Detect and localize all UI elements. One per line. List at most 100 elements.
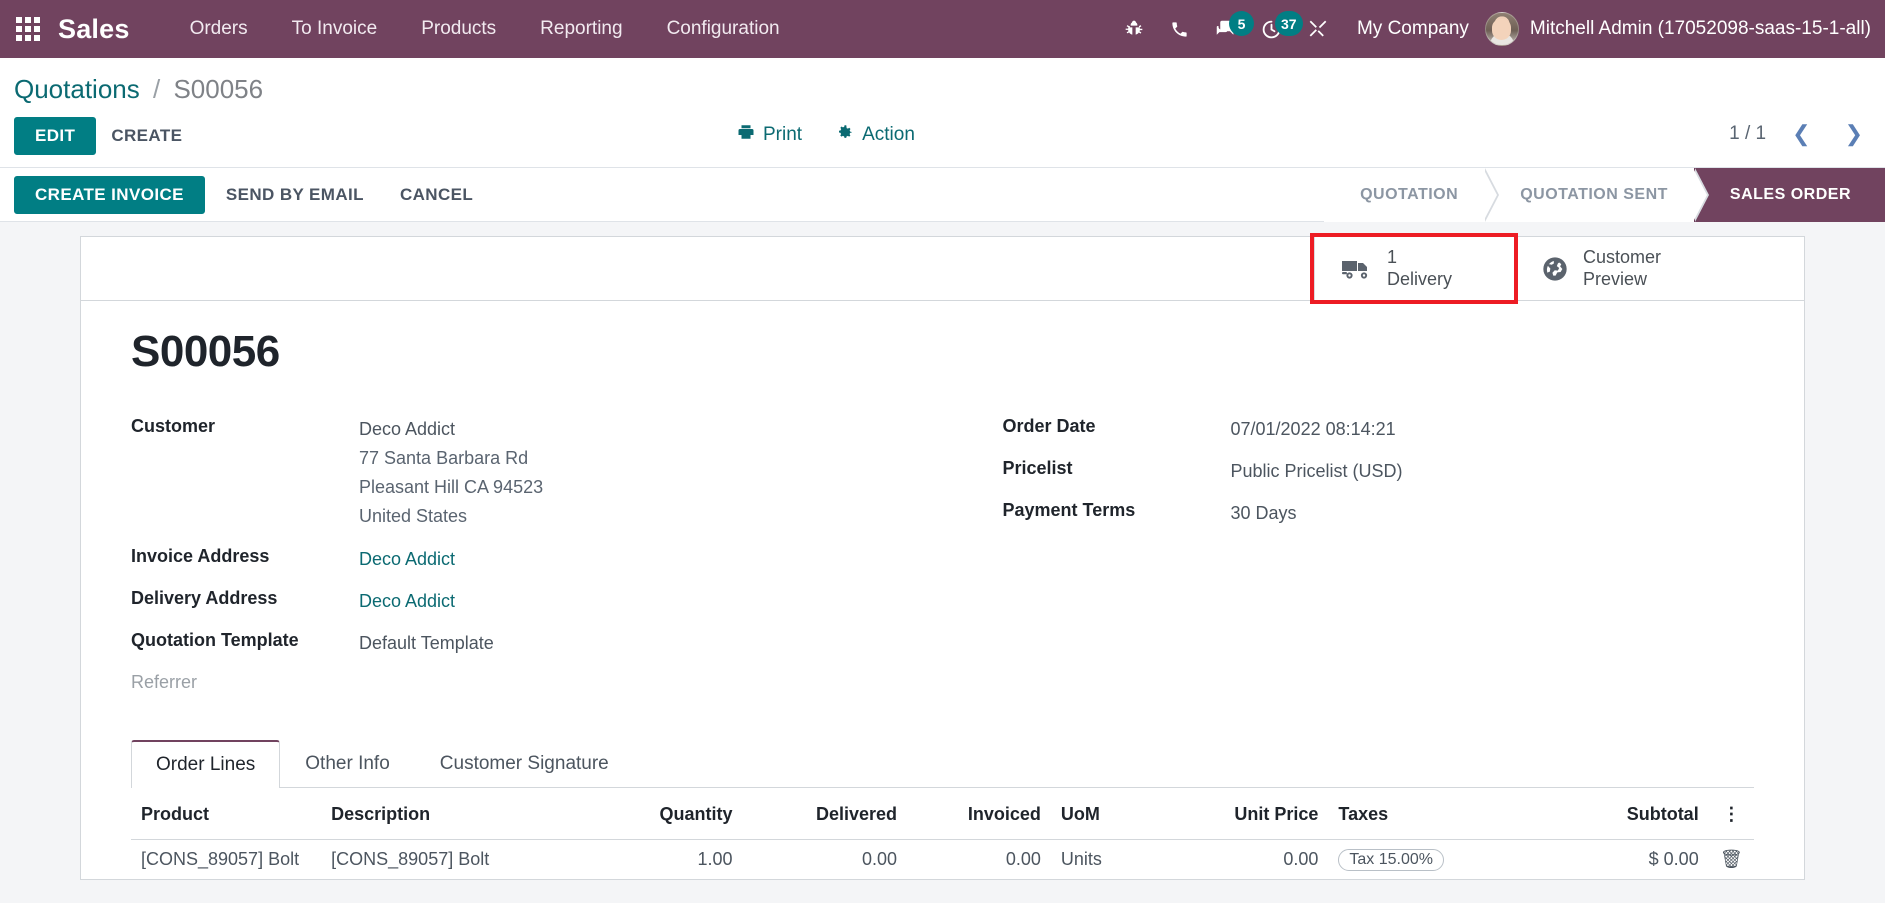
phone-icon[interactable] bbox=[1157, 0, 1203, 58]
delivery-smart-button[interactable]: 1 Delivery bbox=[1310, 233, 1518, 304]
field-invoice-address-label: Invoice Address bbox=[131, 545, 270, 566]
cancel-button[interactable]: CANCEL bbox=[385, 176, 488, 214]
create-invoice-button[interactable]: CREATE INVOICE bbox=[14, 175, 205, 214]
customer-preview-line1: Customer bbox=[1583, 247, 1662, 268]
field-quotation-template-value[interactable]: Default Template bbox=[359, 629, 494, 658]
create-button[interactable]: CREATE bbox=[96, 117, 197, 155]
menu-item-orders[interactable]: Orders bbox=[168, 0, 270, 58]
customer-preview-smart-button[interactable]: Customer Preview bbox=[1514, 237, 1714, 300]
cell-taxes[interactable]: Tax 15.00% bbox=[1328, 840, 1544, 880]
stage-quotation-sent[interactable]: QUOTATION SENT bbox=[1484, 168, 1709, 222]
stage-quotation[interactable]: QUOTATION bbox=[1324, 168, 1500, 222]
field-pricelist-value[interactable]: Public Pricelist (USD) bbox=[1231, 457, 1403, 486]
field-order-date: Order Date 07/01/2022 08:14:21 bbox=[1003, 415, 1755, 444]
cell-delivered[interactable]: 0.00 bbox=[743, 840, 907, 880]
breadcrumb: Quotations / S00056 bbox=[14, 74, 1885, 105]
tools-icon[interactable] bbox=[1295, 0, 1341, 58]
field-customer: Customer Deco Addict 77 Santa Barbara Rd… bbox=[131, 415, 943, 532]
col-subtotal: Subtotal bbox=[1544, 788, 1709, 841]
form-group-left: Customer Deco Addict 77 Santa Barbara Rd… bbox=[131, 415, 943, 706]
delivery-label: Delivery bbox=[1387, 268, 1453, 289]
breadcrumb-row: Quotations / S00056 bbox=[0, 58, 1885, 111]
field-pricelist-label: Pricelist bbox=[1002, 458, 1073, 479]
messages-icon[interactable]: 5 bbox=[1203, 0, 1254, 58]
gear-icon bbox=[836, 123, 854, 147]
field-referrer-label: Referrer bbox=[131, 672, 198, 693]
user-name-label: Mitchell Admin (17052098-saas-15-1-all) bbox=[1529, 18, 1871, 39]
cell-uom[interactable]: Units bbox=[1051, 840, 1174, 880]
customer-link[interactable]: Deco Addict bbox=[359, 415, 543, 444]
stage-sales-order[interactable]: SALES ORDER bbox=[1693, 168, 1885, 222]
send-by-email-button[interactable]: SEND BY EMAIL bbox=[211, 176, 379, 214]
cell-description[interactable]: [CONS_89057] Bolt bbox=[321, 840, 578, 880]
trash-icon[interactable]: 🗑 bbox=[1709, 840, 1754, 880]
cell-subtotal: $ 0.00 bbox=[1648, 849, 1699, 870]
form-group-right: Order Date 07/01/2022 08:14:21 Pricelist… bbox=[943, 415, 1755, 706]
avatar bbox=[1484, 12, 1519, 46]
field-invoice-address-value[interactable]: Deco Addict bbox=[359, 545, 455, 574]
bug-icon[interactable] bbox=[1111, 0, 1157, 58]
tax-badge: Tax 15.00% bbox=[1338, 849, 1445, 872]
apps-menu-toggle[interactable] bbox=[0, 0, 56, 58]
company-switcher[interactable]: My Company bbox=[1341, 18, 1485, 40]
pager: 1 / 1 ❮ ❯ bbox=[1729, 121, 1871, 147]
main-menu: Orders To Invoice Products Reporting Con… bbox=[168, 0, 802, 58]
menu-item-products[interactable]: Products bbox=[399, 0, 518, 58]
form-groups: Customer Deco Addict 77 Santa Barbara Rd… bbox=[131, 415, 1754, 706]
col-delivered: Delivered bbox=[742, 788, 907, 841]
field-payment-terms: Payment Terms 30 Days bbox=[1003, 499, 1755, 528]
cell-product[interactable]: [CONS_89057] Bolt bbox=[131, 840, 321, 880]
chevron-left-icon[interactable]: ❮ bbox=[1784, 121, 1818, 147]
menu-item-to-invoice[interactable]: To Invoice bbox=[270, 0, 400, 58]
form-area: 1 Delivery Customer Preview S00056 Custo… bbox=[0, 222, 1885, 903]
tab-customer-signature[interactable]: Customer Signature bbox=[415, 740, 634, 787]
top-navbar: Sales Orders To Invoice Products Reporti… bbox=[0, 0, 1885, 58]
order-lines-table: Product Description Quantity Delivered I… bbox=[131, 788, 1754, 879]
col-product: Product bbox=[131, 788, 322, 841]
tab-order-lines[interactable]: Order Lines bbox=[131, 740, 281, 789]
globe-customer-preview-icon bbox=[1541, 255, 1569, 283]
record-sheet: 1 Delivery Customer Preview S00056 Custo… bbox=[80, 233, 1805, 881]
field-customer-value-block: Deco Addict 77 Santa Barbara Rd Pleasant… bbox=[359, 415, 543, 532]
control-panel-buttons: EDIT CREATE Print Action 1 / 1 ❮ ❯ bbox=[0, 111, 1885, 167]
navbar-systray: 5 37 My Company Mitchell Admin (17052098… bbox=[1111, 0, 1885, 58]
field-referrer: Referrer bbox=[131, 671, 943, 693]
user-menu[interactable]: Mitchell Admin (17052098-saas-15-1-all) bbox=[1484, 12, 1885, 46]
print-button[interactable]: Print bbox=[735, 119, 804, 151]
col-description: Description bbox=[321, 788, 579, 841]
app-brand-sales[interactable]: Sales bbox=[56, 0, 140, 58]
menu-item-configuration[interactable]: Configuration bbox=[645, 0, 802, 58]
col-invoiced: Invoiced bbox=[907, 788, 1051, 841]
field-order-date-value[interactable]: 07/01/2022 08:14:21 bbox=[1231, 415, 1396, 444]
pager-value: 1 / 1 bbox=[1729, 123, 1767, 144]
grid-apps-icon bbox=[16, 17, 40, 41]
breadcrumb-parent-quotations[interactable]: Quotations bbox=[14, 74, 140, 104]
col-uom: UoM bbox=[1050, 788, 1175, 841]
field-quotation-template-label: Quotation Template bbox=[131, 629, 299, 650]
chevron-right-icon[interactable]: ❯ bbox=[1837, 121, 1871, 147]
table-row[interactable]: [CONS_89057] Bolt [CONS_89057] Bolt 1.00… bbox=[131, 840, 1754, 880]
field-order-date-label: Order Date bbox=[1002, 416, 1096, 436]
field-delivery-address-label: Delivery Address bbox=[131, 587, 278, 608]
order-lines-header-row: Product Description Quantity Delivered I… bbox=[131, 788, 1754, 841]
field-delivery-address-value[interactable]: Deco Addict bbox=[359, 587, 455, 616]
cell-unit-price[interactable]: 0.00 bbox=[1174, 840, 1328, 880]
notebook: Order Lines Other Info Customer Signatur… bbox=[131, 740, 1754, 879]
print-label: Print bbox=[763, 124, 803, 145]
activities-clock-icon[interactable]: 37 bbox=[1249, 0, 1303, 58]
notebook-tabs: Order Lines Other Info Customer Signatur… bbox=[131, 740, 1754, 789]
customer-preview-line2: Preview bbox=[1583, 268, 1648, 289]
sheet-body: S00056 Customer Deco Addict 77 Santa Bar… bbox=[81, 301, 1804, 879]
printer-icon bbox=[737, 123, 755, 147]
field-payment-terms-value[interactable]: 30 Days bbox=[1231, 499, 1297, 528]
menu-item-reporting[interactable]: Reporting bbox=[518, 0, 644, 58]
vertical-dots-icon[interactable]: ⋮ bbox=[1708, 788, 1754, 841]
cell-invoiced[interactable]: 0.00 bbox=[907, 840, 1051, 880]
action-button[interactable]: Action bbox=[834, 119, 917, 151]
breadcrumb-current-record: S00056 bbox=[173, 74, 264, 104]
col-unit-price: Unit Price bbox=[1174, 788, 1329, 841]
tab-other-info[interactable]: Other Info bbox=[280, 740, 415, 787]
cell-quantity[interactable]: 1.00 bbox=[578, 840, 742, 880]
edit-button[interactable]: EDIT bbox=[14, 117, 97, 155]
status-pipeline: QUOTATION QUOTATION SENT SALES ORDER bbox=[1324, 168, 1885, 222]
